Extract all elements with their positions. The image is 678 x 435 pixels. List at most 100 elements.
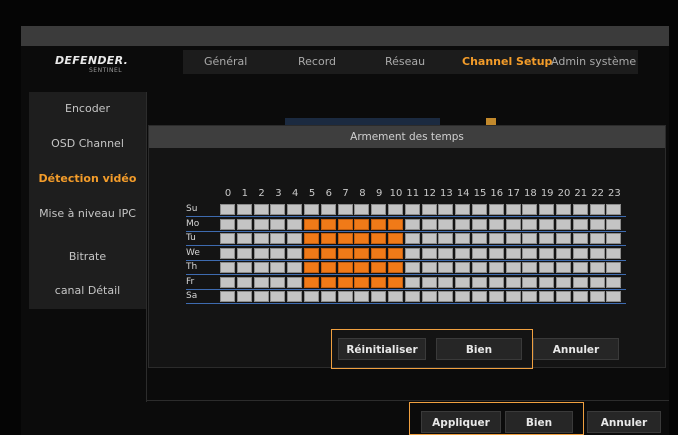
schedule-cell[interactable] — [220, 291, 235, 302]
schedule-cell[interactable] — [539, 276, 555, 288]
schedule-cell[interactable] — [556, 262, 571, 273]
schedule-cell[interactable] — [572, 291, 588, 302]
schedule-cell[interactable] — [505, 262, 521, 273]
schedule-cell[interactable] — [270, 276, 286, 288]
schedule-cell[interactable] — [371, 247, 387, 259]
schedule-cell[interactable] — [589, 262, 605, 273]
schedule-cell[interactable] — [354, 262, 370, 273]
schedule-cell[interactable] — [522, 276, 538, 288]
schedule-cell[interactable] — [539, 291, 555, 302]
schedule-cell[interactable] — [371, 233, 387, 244]
schedule-cell[interactable] — [505, 291, 521, 302]
schedule-cell[interactable] — [354, 247, 370, 259]
schedule-cell[interactable] — [488, 233, 504, 244]
schedule-cell[interactable] — [421, 218, 437, 230]
schedule-cell[interactable] — [472, 276, 487, 288]
schedule-cell[interactable] — [421, 291, 437, 302]
schedule-cell[interactable] — [455, 276, 471, 288]
schedule-cell[interactable] — [556, 218, 571, 230]
schedule-cell[interactable] — [337, 247, 353, 259]
schedule-cell[interactable] — [354, 276, 370, 288]
schedule-cell[interactable] — [354, 218, 370, 230]
schedule-cell[interactable] — [304, 262, 319, 273]
schedule-cell[interactable] — [472, 218, 487, 230]
schedule-cell[interactable] — [270, 262, 286, 273]
sidebar-item-detection-video[interactable]: Détection vidéo — [29, 172, 146, 185]
tab-channel-setup[interactable]: Channel Setup — [462, 50, 552, 74]
schedule-cell[interactable] — [220, 233, 235, 244]
schedule-cell[interactable] — [522, 247, 538, 259]
schedule-cell[interactable] — [572, 262, 588, 273]
schedule-cell[interactable] — [438, 233, 454, 244]
schedule-cell[interactable] — [388, 204, 403, 215]
sidebar-item-bitrate[interactable]: Bitrate — [29, 250, 146, 263]
schedule-cell[interactable] — [505, 276, 521, 288]
schedule-cell[interactable] — [388, 291, 403, 302]
schedule-cell[interactable] — [421, 204, 437, 215]
schedule-cell[interactable] — [253, 233, 269, 244]
schedule-cell[interactable] — [337, 262, 353, 273]
schedule-cell[interactable] — [404, 247, 420, 259]
schedule-cell[interactable] — [253, 218, 269, 230]
schedule-cell[interactable] — [438, 247, 454, 259]
schedule-cell[interactable] — [606, 291, 622, 302]
schedule-cell[interactable] — [287, 291, 303, 302]
schedule-cell[interactable] — [488, 204, 504, 215]
schedule-cell[interactable] — [337, 276, 353, 288]
schedule-cell[interactable] — [455, 233, 471, 244]
schedule-cell[interactable] — [438, 204, 454, 215]
schedule-cell[interactable] — [472, 204, 487, 215]
schedule-cell[interactable] — [320, 291, 336, 302]
schedule-cell[interactable] — [455, 262, 471, 273]
schedule-cell[interactable] — [505, 247, 521, 259]
schedule-cell[interactable] — [472, 291, 487, 302]
schedule-cell[interactable] — [455, 218, 471, 230]
schedule-cell[interactable] — [404, 204, 420, 215]
schedule-cell[interactable] — [606, 218, 622, 230]
schedule-cell[interactable] — [253, 291, 269, 302]
schedule-cell[interactable] — [572, 218, 588, 230]
schedule-cell[interactable] — [337, 204, 353, 215]
schedule-cell[interactable] — [589, 204, 605, 215]
schedule-cell[interactable] — [371, 204, 387, 215]
tab-admin-systeme[interactable]: Admin système — [551, 50, 636, 74]
schedule-cell[interactable] — [236, 247, 252, 259]
schedule-cell[interactable] — [236, 276, 252, 288]
schedule-cell[interactable] — [236, 262, 252, 273]
schedule-cell[interactable] — [421, 276, 437, 288]
sidebar-item-ipc-upgrade[interactable]: Mise à niveau IPC — [29, 207, 146, 220]
schedule-cell[interactable] — [220, 218, 235, 230]
schedule-cell[interactable] — [388, 247, 403, 259]
schedule-cell[interactable] — [421, 247, 437, 259]
schedule-cell[interactable] — [253, 262, 269, 273]
schedule-cell[interactable] — [287, 233, 303, 244]
schedule-cell[interactable] — [371, 218, 387, 230]
tab-general[interactable]: Général — [204, 50, 247, 74]
schedule-cell[interactable] — [438, 262, 454, 273]
schedule-cell[interactable] — [539, 233, 555, 244]
dialog-cancel-button[interactable]: Annuler — [533, 338, 619, 360]
schedule-cell[interactable] — [539, 204, 555, 215]
schedule-cell[interactable] — [522, 218, 538, 230]
schedule-cell[interactable] — [220, 204, 235, 215]
schedule-cell[interactable] — [220, 276, 235, 288]
schedule-cell[interactable] — [304, 233, 319, 244]
schedule-cell[interactable] — [589, 291, 605, 302]
schedule-cell[interactable] — [287, 204, 303, 215]
schedule-cell[interactable] — [472, 247, 487, 259]
schedule-cell[interactable] — [320, 262, 336, 273]
schedule-cell[interactable] — [404, 291, 420, 302]
schedule-cell[interactable] — [556, 276, 571, 288]
schedule-cell[interactable] — [589, 247, 605, 259]
schedule-cell[interactable] — [488, 291, 504, 302]
schedule-cell[interactable] — [421, 262, 437, 273]
schedule-cell[interactable] — [539, 262, 555, 273]
schedule-cell[interactable] — [320, 204, 336, 215]
schedule-grid[interactable] — [186, 204, 626, 308]
schedule-cell[interactable] — [488, 247, 504, 259]
schedule-cell[interactable] — [472, 262, 487, 273]
schedule-cell[interactable] — [304, 247, 319, 259]
schedule-cell[interactable] — [455, 204, 471, 215]
sidebar-item-encoder[interactable]: Encoder — [29, 102, 146, 115]
schedule-cell[interactable] — [455, 247, 471, 259]
